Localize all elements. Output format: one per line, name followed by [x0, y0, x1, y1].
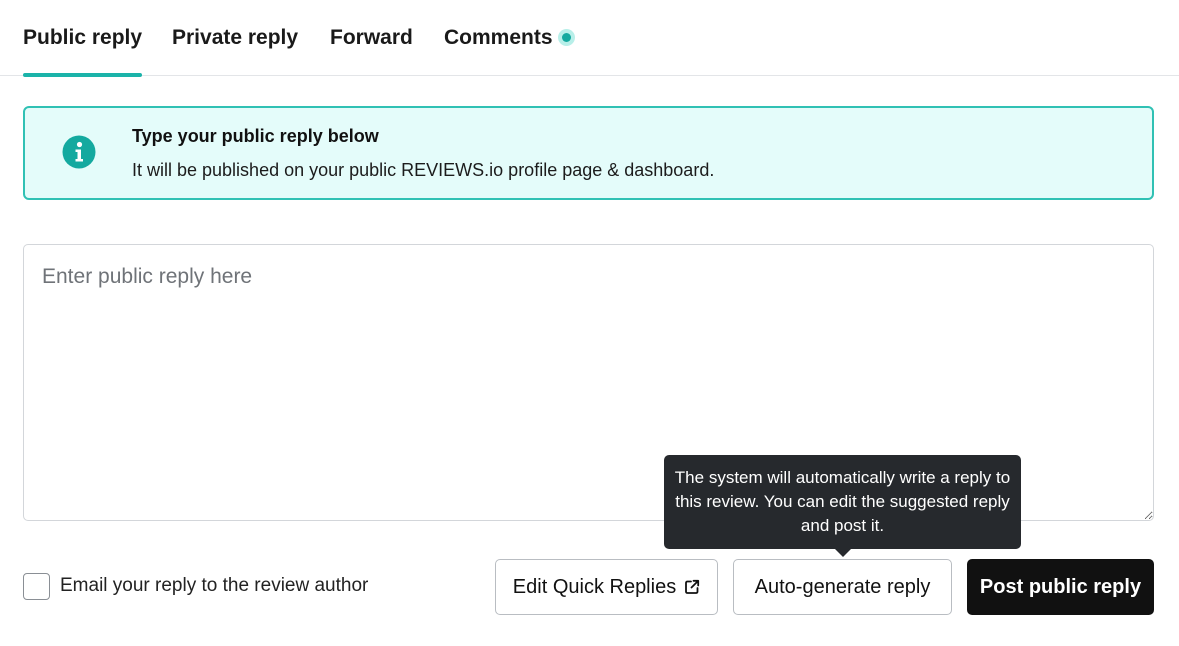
external-link-icon	[685, 579, 700, 594]
tab-label: Public reply	[23, 26, 143, 49]
info-banner: Type your public reply below It will be …	[23, 106, 1154, 200]
tab-label: Comments	[444, 26, 553, 49]
email-author-checkbox[interactable]	[23, 573, 50, 600]
button-label: Auto-generate reply	[754, 575, 931, 598]
tab-public-reply[interactable]: Public reply	[23, 26, 143, 77]
tab-private-reply[interactable]: Private reply	[172, 26, 298, 76]
button-label: Post public reply	[979, 575, 1142, 598]
tab-label: Forward	[330, 26, 413, 49]
tab-label: Private reply	[172, 26, 299, 49]
email-author-label: Email your reply to the review author	[60, 575, 369, 596]
reply-tabs: Public reply Private reply Forward Comme…	[0, 0, 1179, 77]
post-public-reply-button[interactable]: Post public reply	[967, 559, 1154, 615]
button-label: Edit Quick Replies	[512, 575, 677, 598]
tab-comments[interactable]: Comments	[444, 26, 575, 76]
tab-forward[interactable]: Forward	[330, 26, 413, 76]
auto-generate-reply-button[interactable]: Auto-generate reply	[733, 559, 952, 615]
auto-generate-tooltip: The system will automatically write a re…	[664, 455, 1021, 557]
tooltip-text: The system will automatically write a re…	[674, 468, 1011, 535]
info-icon	[62, 135, 96, 169]
info-text: It will be published on your public REVI…	[132, 160, 715, 180]
info-title: Type your public reply below	[132, 126, 379, 146]
edit-quick-replies-button[interactable]: Edit Quick Replies	[495, 559, 718, 615]
notification-dot-icon	[557, 29, 575, 46]
